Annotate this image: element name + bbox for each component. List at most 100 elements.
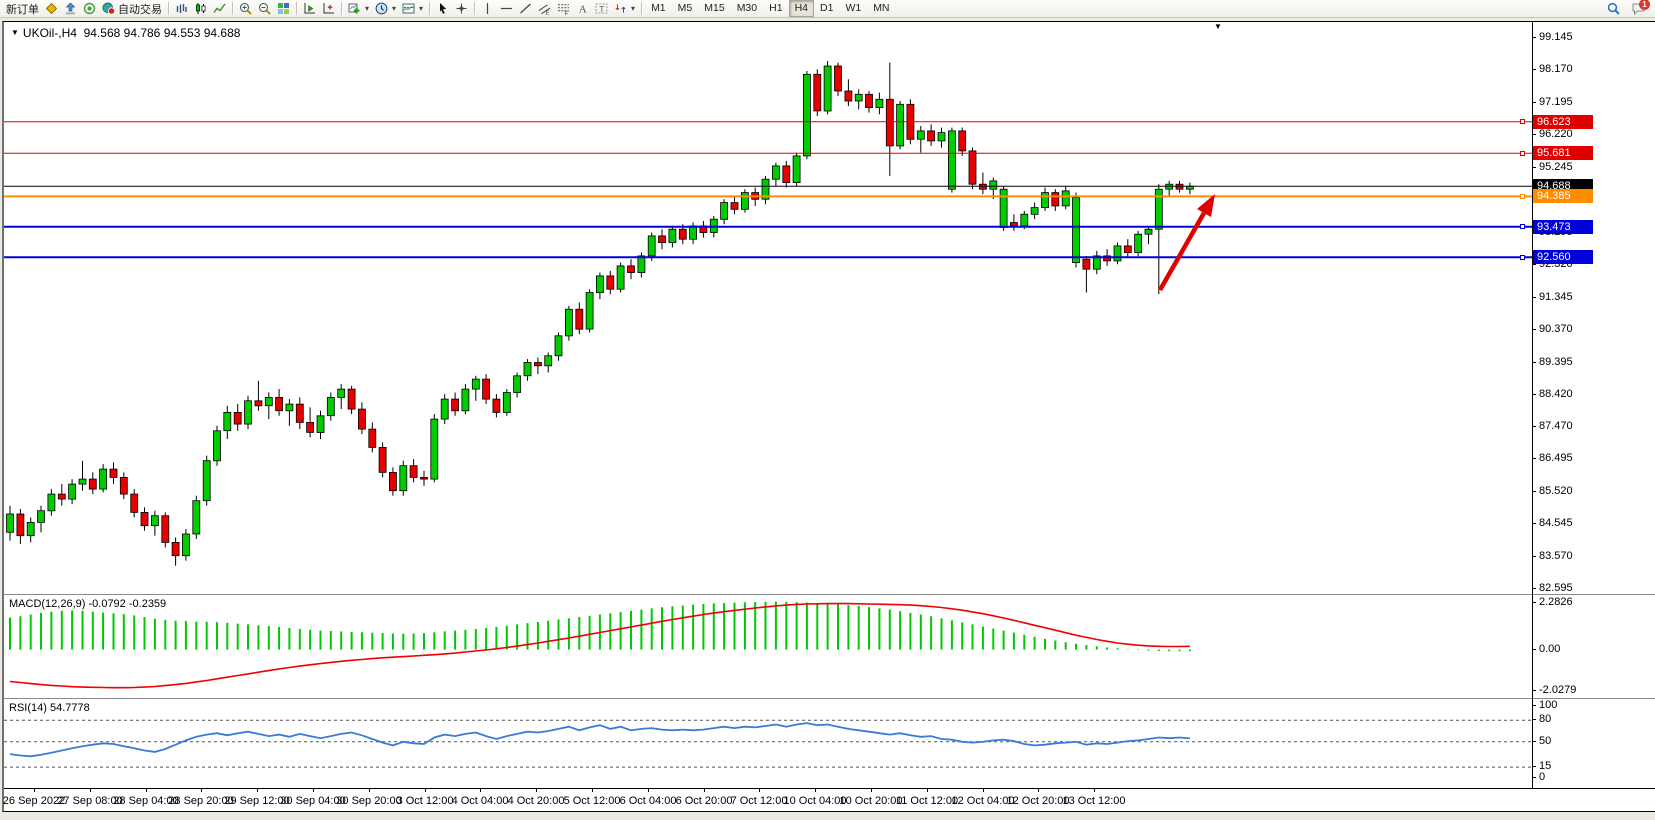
- time-axis-tick: [536, 789, 537, 792]
- time-axis-tick: [983, 789, 984, 792]
- time-axis-label: 12 Oct 20:00: [1007, 795, 1070, 807]
- zoom-out-icon-icon: [258, 2, 271, 15]
- publish-icon[interactable]: [61, 1, 80, 17]
- timeframe-mn-button[interactable]: MN: [867, 0, 895, 17]
- crosshair-icon[interactable]: [452, 1, 471, 17]
- time-axis-tick: [927, 789, 928, 792]
- time-axis-tick: [257, 789, 258, 792]
- periods-button[interactable]: ▾: [372, 1, 399, 17]
- chevron-down-icon[interactable]: ▾: [365, 4, 369, 13]
- price-level-badge: 94.385: [1533, 189, 1593, 203]
- macd-plot[interactable]: [4, 596, 1532, 698]
- new-order-button-label: 新订单: [6, 1, 39, 17]
- time-axis[interactable]: 26 Sep 202227 Sep 08:0028 Sep 04:0028 Se…: [4, 788, 1655, 811]
- line-handle-marker[interactable]: [1520, 224, 1525, 229]
- timeframe-d1-button[interactable]: D1: [814, 0, 839, 17]
- line-chart-icon[interactable]: [210, 1, 229, 17]
- chart-symbol-period: UKOil-,H4: [23, 26, 77, 40]
- auto-scroll-icon[interactable]: [300, 1, 319, 17]
- charts-icon[interactable]: [42, 1, 61, 17]
- timeframe-m5-button[interactable]: M5: [672, 0, 699, 17]
- svg-text:E: E: [546, 11, 550, 16]
- signals-icon[interactable]: [80, 1, 99, 17]
- price-axis-label: 89.395: [1539, 356, 1573, 368]
- trendline-icon-icon: [519, 2, 532, 15]
- timeframe-m15-button[interactable]: M15: [698, 0, 730, 17]
- trend-arrow-head: [1197, 194, 1215, 217]
- price-level-badge: 95.681: [1533, 146, 1593, 160]
- search-button[interactable]: [1604, 1, 1623, 17]
- rsi-axis-label: 0: [1539, 771, 1545, 783]
- fibonacci-icon[interactable]: F: [554, 1, 573, 17]
- rsi-plot[interactable]: [4, 700, 1532, 788]
- templates-icon: [402, 2, 415, 15]
- toolbar-separator: [474, 2, 475, 15]
- label-tool-icon-icon: T: [595, 2, 608, 15]
- autotrade-button[interactable]: 自动交易: [99, 1, 165, 17]
- macd-axis-label: 2.2826: [1539, 596, 1573, 608]
- rsi-axis-label: 50: [1539, 735, 1551, 747]
- time-axis-tick: [313, 789, 314, 792]
- new-chart-button[interactable]: ▾: [345, 1, 372, 17]
- autotrade-button-label: 自动交易: [118, 1, 162, 17]
- line-handle-marker[interactable]: [1520, 151, 1525, 156]
- candlestick-chart-icon-icon: [194, 2, 207, 15]
- line-handle-marker[interactable]: [1520, 194, 1525, 199]
- price-chart-plot[interactable]: [4, 22, 1532, 594]
- text-tool-icon[interactable]: A: [573, 1, 592, 17]
- label-tool-icon[interactable]: T: [592, 1, 611, 17]
- price-chart-panel[interactable]: 99.14598.17097.19596.22095.24594.27093.2…: [4, 22, 1655, 594]
- arrows-tool-icon[interactable]: ▾: [611, 1, 638, 17]
- time-axis-tick: [425, 789, 426, 792]
- autotrade-icon: [102, 2, 115, 15]
- text-tool-icon-icon: A: [576, 2, 589, 15]
- time-axis-tick: [201, 789, 202, 792]
- chevron-down-icon[interactable]: ▾: [631, 4, 635, 13]
- zoom-in-icon[interactable]: [236, 1, 255, 17]
- timeframe-m30-button[interactable]: M30: [731, 0, 763, 17]
- cursor-icon-icon: [436, 2, 449, 15]
- time-axis-label: 26 Sep 2022: [3, 795, 65, 807]
- macd-axis-label: -2.0279: [1539, 684, 1576, 696]
- line-handle-marker[interactable]: [1520, 255, 1525, 260]
- time-axis-label: 13 Oct 12:00: [1063, 795, 1126, 807]
- price-axis-label: 90.370: [1539, 323, 1573, 335]
- time-axis-tick: [704, 789, 705, 792]
- bar-chart-icon[interactable]: [172, 1, 191, 17]
- crosshair-icon-icon: [455, 2, 468, 15]
- channel-icon[interactable]: E: [535, 1, 554, 17]
- templates-button[interactable]: ▾: [399, 1, 426, 17]
- vertical-line-icon[interactable]: [478, 1, 497, 17]
- horizontal-line-icon[interactable]: [497, 1, 516, 17]
- trendline-icon[interactable]: [516, 1, 535, 17]
- quote-close: 94.688: [204, 26, 241, 40]
- quote-open: 94.568: [84, 26, 121, 40]
- chevron-down-icon[interactable]: ▼: [11, 28, 19, 37]
- new-order-button[interactable]: 新订单: [3, 1, 42, 17]
- line-handle-marker[interactable]: [1520, 119, 1525, 124]
- chart-window: ▼UKOil-,H4 94.568 94.786 94.553 94.688 ▼…: [2, 21, 1655, 812]
- rsi-panel[interactable]: RSI(14) 54.7778 1008050150: [4, 700, 1655, 788]
- timeframe-m1-button[interactable]: M1: [645, 0, 672, 17]
- price-axis-label: 97.195: [1539, 96, 1573, 108]
- macd-panel[interactable]: MACD(12,26,9) -0.0792 -0.2359 2.28260.00…: [4, 596, 1655, 698]
- zoom-out-icon[interactable]: [255, 1, 274, 17]
- chart-shift-icon[interactable]: [319, 1, 338, 17]
- price-axis-label: 98.170: [1539, 63, 1573, 75]
- svg-text:T: T: [599, 4, 604, 14]
- notifications-button[interactable]: 1: [1629, 1, 1648, 17]
- time-axis-tick: [1038, 789, 1039, 792]
- quote-low: 94.553: [164, 26, 201, 40]
- cursor-icon[interactable]: [433, 1, 452, 17]
- macd-label: MACD(12,26,9) -0.0792 -0.2359: [9, 598, 166, 610]
- chevron-down-icon[interactable]: ▾: [419, 4, 423, 13]
- timeframe-w1-button[interactable]: W1: [839, 0, 867, 17]
- timeframe-h4-button[interactable]: H4: [789, 0, 814, 17]
- tile-windows-icon[interactable]: [274, 1, 293, 17]
- time-axis-label: 4 Oct 20:00: [508, 795, 565, 807]
- rsi-value: 54.7778: [50, 702, 90, 714]
- scroll-to-end-marker[interactable]: ▼: [1214, 22, 1222, 31]
- timeframe-h1-button[interactable]: H1: [763, 0, 788, 17]
- chevron-down-icon[interactable]: ▾: [392, 4, 396, 13]
- candlestick-chart-icon[interactable]: [191, 1, 210, 17]
